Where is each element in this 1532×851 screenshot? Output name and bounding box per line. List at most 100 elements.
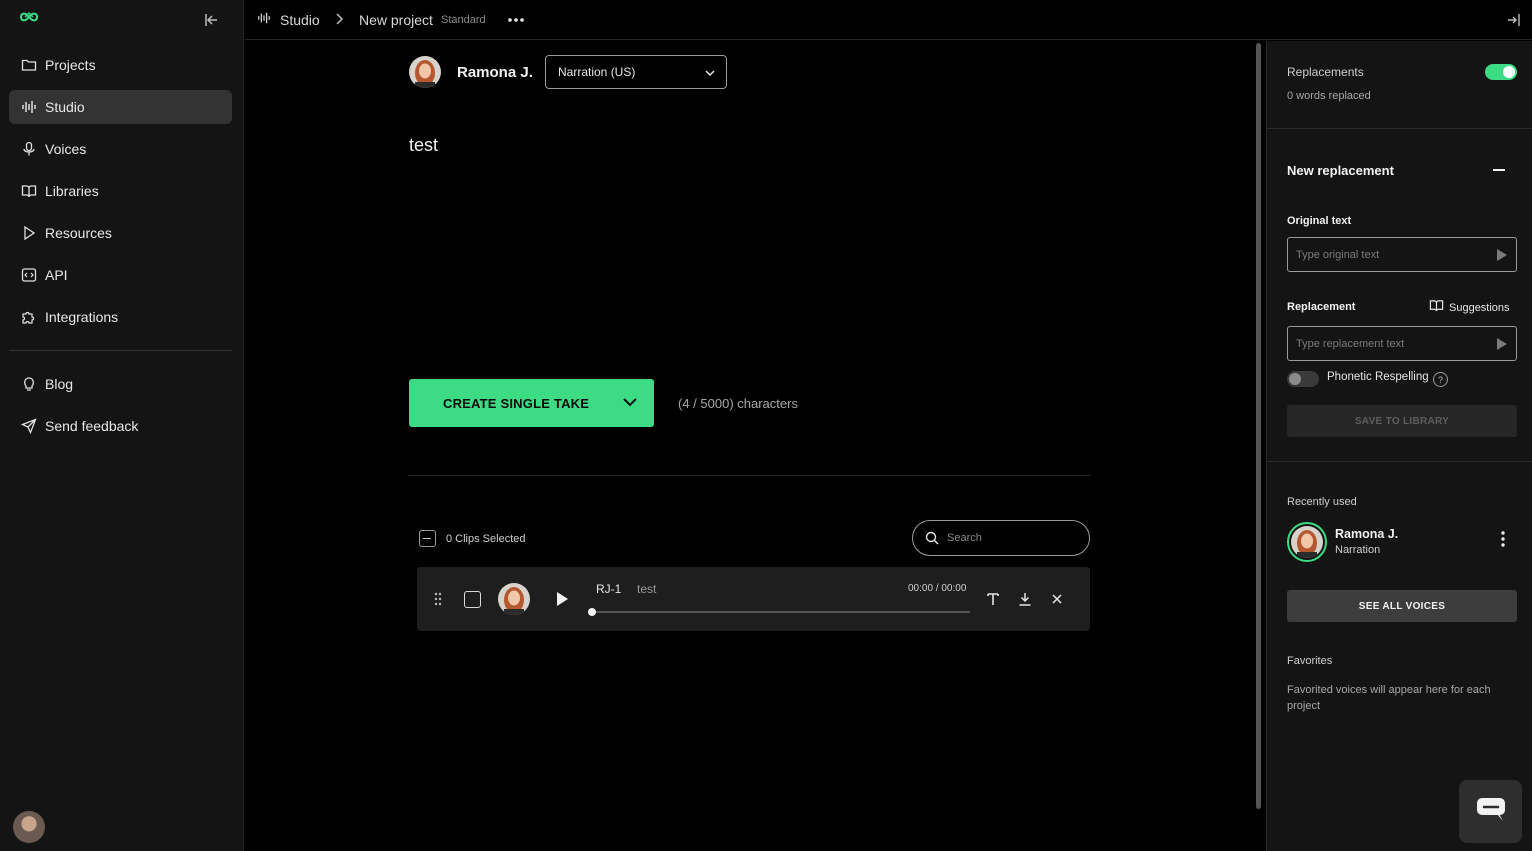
sidebar-item-libraries[interactable]: Libraries bbox=[9, 174, 232, 208]
download-icon[interactable] bbox=[1016, 590, 1034, 608]
sidebar-item-studio[interactable]: Studio bbox=[9, 90, 232, 124]
sidebar-item-label: Integrations bbox=[45, 309, 119, 325]
chevron-down-icon[interactable] bbox=[622, 395, 638, 412]
waveform-icon bbox=[257, 11, 271, 28]
sidebar-item-voices[interactable]: Voices bbox=[9, 132, 232, 166]
send-icon bbox=[21, 418, 37, 434]
sidebar-item-label: Libraries bbox=[45, 183, 99, 199]
sidebar-item-send-feedback[interactable]: Send feedback bbox=[9, 409, 232, 443]
sidebar-item-label: API bbox=[45, 267, 68, 283]
kebab-menu-icon[interactable] bbox=[1495, 530, 1511, 553]
recent-voice-style: Narration bbox=[1335, 544, 1381, 556]
voice-avatar[interactable] bbox=[409, 56, 441, 88]
search-icon bbox=[925, 531, 939, 548]
sidebar-item-blog[interactable]: Blog bbox=[9, 367, 232, 401]
play-preview-icon[interactable] bbox=[1496, 248, 1508, 265]
original-text-label: Original text bbox=[1287, 215, 1352, 227]
clip-row[interactable]: RJ-1 test 00:00 / 00:00 bbox=[417, 567, 1090, 631]
create-single-take-button[interactable]: CREATE SINGLE TAKE bbox=[409, 379, 654, 427]
plan-badge: Standard bbox=[441, 14, 486, 26]
original-text-input[interactable]: Type original text bbox=[1287, 237, 1517, 272]
voice-style-value: Narration (US) bbox=[558, 65, 636, 79]
suggestions-link[interactable]: Suggestions bbox=[1429, 299, 1510, 316]
suggestions-label: Suggestions bbox=[1449, 301, 1510, 314]
close-icon[interactable] bbox=[1048, 590, 1066, 608]
top-bar: Studio New project Standard bbox=[245, 0, 1532, 40]
editor-area: Ramona J. Narration (US) test CREATE SIN… bbox=[245, 41, 1265, 851]
project-title[interactable]: New project bbox=[359, 12, 433, 28]
microphone-icon bbox=[21, 141, 37, 157]
clip-time: 00:00 / 00:00 bbox=[908, 583, 967, 594]
clip-id: RJ-1 bbox=[596, 582, 622, 596]
help-icon[interactable]: ? bbox=[1433, 372, 1448, 387]
clip-progress-track[interactable] bbox=[592, 611, 970, 613]
clip-progress-handle[interactable] bbox=[588, 608, 596, 616]
scrollbar[interactable] bbox=[1256, 43, 1261, 809]
chevron-right-icon bbox=[333, 12, 345, 31]
replacement-text-placeholder: Type replacement text bbox=[1296, 337, 1405, 350]
chat-support-button[interactable] bbox=[1459, 780, 1522, 843]
clip-checkbox[interactable] bbox=[464, 591, 481, 608]
waveform-icon bbox=[21, 99, 37, 115]
secondary-nav: Blog Send feedback bbox=[9, 367, 232, 451]
breadcrumb-studio[interactable]: Studio bbox=[257, 11, 320, 28]
create-button-label: CREATE SINGLE TAKE bbox=[443, 395, 590, 411]
search-placeholder: Search bbox=[947, 532, 982, 544]
section-divider bbox=[408, 475, 1090, 476]
words-replaced-count: 0 words replaced bbox=[1287, 90, 1371, 102]
search-input[interactable]: Search bbox=[912, 520, 1090, 556]
more-options-icon[interactable] bbox=[507, 12, 525, 33]
play-triangle-icon bbox=[21, 225, 37, 241]
book-icon bbox=[1429, 299, 1444, 316]
user-avatar[interactable] bbox=[13, 811, 45, 843]
see-all-voices-button[interactable]: SEE ALL VOICES bbox=[1287, 590, 1517, 622]
favorites-empty-text: Favorited voices will appear here for ea… bbox=[1287, 684, 1491, 712]
play-preview-icon[interactable] bbox=[1496, 337, 1508, 354]
nav-divider bbox=[9, 350, 232, 351]
editor-text[interactable]: test bbox=[409, 135, 438, 156]
replacement-text-input[interactable]: Type replacement text bbox=[1287, 326, 1517, 361]
sidebar-item-label: Send feedback bbox=[45, 418, 139, 434]
sidebar-item-api[interactable]: API bbox=[9, 258, 232, 292]
replacements-label: Replacements bbox=[1287, 65, 1364, 79]
clips-selected: 0 Clips Selected bbox=[419, 530, 526, 547]
recently-used-label: Recently used bbox=[1287, 496, 1357, 508]
drag-handle-icon[interactable] bbox=[433, 591, 443, 612]
recent-voice-avatar[interactable] bbox=[1287, 522, 1327, 562]
character-count: (4 / 5000) characters bbox=[678, 396, 798, 411]
sidebar-item-label: Projects bbox=[45, 57, 96, 73]
code-icon bbox=[21, 267, 37, 283]
panel-divider bbox=[1267, 128, 1532, 129]
play-icon[interactable] bbox=[555, 591, 569, 612]
clips-selected-label: 0 Clips Selected bbox=[446, 532, 526, 545]
breadcrumb-studio-label: Studio bbox=[280, 11, 320, 28]
sidebar-item-label: Voices bbox=[45, 141, 87, 157]
puzzle-icon bbox=[21, 309, 37, 325]
chevron-down-icon bbox=[704, 67, 716, 81]
sidebar-item-projects[interactable]: Projects bbox=[9, 48, 232, 82]
sidebar-item-integrations[interactable]: Integrations bbox=[9, 300, 232, 334]
replacements-toggle[interactable] bbox=[1485, 64, 1517, 80]
select-all-checkbox[interactable] bbox=[419, 530, 436, 547]
book-icon bbox=[21, 183, 37, 199]
brand-logo-icon[interactable] bbox=[18, 10, 40, 29]
recent-voice-name[interactable]: Ramona J. bbox=[1335, 527, 1398, 541]
lightbulb-icon bbox=[21, 376, 37, 392]
new-replacement-heading: New replacement bbox=[1287, 163, 1394, 178]
save-to-library-button[interactable]: SAVE TO LIBRARY bbox=[1287, 405, 1517, 437]
favorites-label: Favorites bbox=[1287, 655, 1333, 667]
primary-nav: Projects Studio Voices Libraries Resourc… bbox=[9, 48, 232, 342]
collapse-minus-icon[interactable] bbox=[1492, 163, 1506, 182]
phonetic-respelling-toggle[interactable] bbox=[1287, 371, 1319, 387]
clip-voice-avatar bbox=[498, 583, 530, 615]
right-panel: Replacements 0 words replaced New replac… bbox=[1266, 41, 1532, 851]
folder-icon bbox=[21, 57, 37, 73]
toggle-right-panel-icon[interactable] bbox=[1506, 12, 1522, 33]
sidebar-item-label: Resources bbox=[45, 225, 112, 241]
sidebar: Projects Studio Voices Libraries Resourc… bbox=[0, 0, 244, 851]
text-format-icon[interactable] bbox=[984, 590, 1002, 608]
collapse-sidebar-icon[interactable] bbox=[202, 11, 220, 29]
voice-name[interactable]: Ramona J. bbox=[457, 64, 533, 81]
sidebar-item-resources[interactable]: Resources bbox=[9, 216, 232, 250]
voice-style-select[interactable]: Narration (US) bbox=[545, 55, 727, 89]
